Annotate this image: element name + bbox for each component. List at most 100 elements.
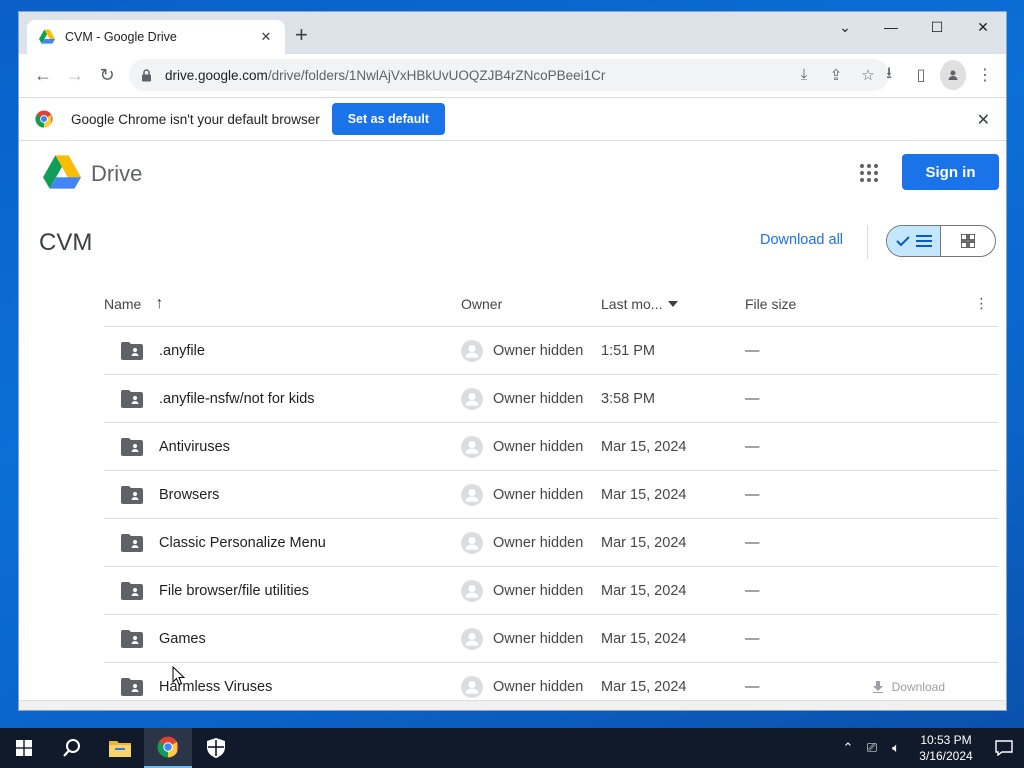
forward-icon[interactable]: → — [59, 60, 91, 92]
windows-start-icon[interactable] — [0, 728, 48, 768]
dropdown-caret-icon[interactable] — [668, 300, 679, 307]
shared-folder-icon — [121, 677, 143, 696]
owner-cell: Owner hidden — [461, 579, 601, 602]
owner-avatar-icon — [461, 531, 483, 554]
shared-folder-icon — [121, 389, 143, 408]
owner-name: Owner hidden — [493, 678, 584, 695]
chevron-up-icon[interactable]: ⌃ — [836, 740, 860, 756]
table-row[interactable]: Browsers Owner hidden Mar 15, 2024 — — [104, 471, 998, 519]
google-apps-icon[interactable] — [859, 163, 879, 183]
profile-icon[interactable] — [940, 60, 966, 90]
infobar-close-icon[interactable]: ✕ — [977, 110, 990, 130]
more-options-icon[interactable]: ⋮ — [965, 295, 998, 312]
view-toggle — [886, 225, 996, 257]
download-all-link[interactable]: Download all — [760, 232, 843, 248]
file-name: .anyfile — [159, 342, 205, 359]
file-name: Browsers — [159, 486, 220, 503]
title-bar: CVM - Google Drive ✕ + ⌄ — ☐ ✕ — [19, 12, 1006, 54]
last-modified-cell: Mar 15, 2024 — [601, 486, 687, 503]
folder-title: CVM — [39, 229, 93, 256]
browser-tab[interactable]: CVM - Google Drive ✕ — [27, 20, 285, 54]
lock-icon[interactable] — [141, 68, 155, 82]
owner-cell: Owner hidden — [461, 339, 601, 362]
tab-title: CVM - Google Drive — [65, 30, 177, 44]
row-download-button[interactable]: Download — [872, 680, 945, 694]
file-size-cell: — — [745, 439, 965, 455]
last-modified-cell: Mar 15, 2024 — [601, 582, 687, 599]
owner-name: Owner hidden — [493, 630, 584, 647]
owner-cell: Owner hidden — [461, 675, 601, 698]
shared-folder-icon — [121, 581, 143, 600]
clock[interactable]: 10:53 PM 3/16/2024 — [908, 732, 984, 764]
table-row[interactable]: File browser/file utilities Owner hidden M… — [104, 567, 998, 615]
browser-toolbar: ← → ↻ drive.google.com/drive/folders/1Nw… — [19, 54, 1006, 97]
clock-date: 3/16/2024 — [919, 749, 973, 763]
owner-avatar-icon — [461, 435, 483, 458]
owner-name: Owner hidden — [493, 534, 584, 551]
last-modified-column-header[interactable]: Last mo... — [601, 296, 745, 312]
security-shield-icon[interactable] — [192, 728, 240, 768]
network-icon[interactable]: ⎚ — [860, 740, 884, 756]
install-icon[interactable]: ⤓ — [791, 66, 817, 84]
file-name: Classic Personalize Menu — [159, 534, 326, 551]
share-icon[interactable]: ⇪ — [823, 66, 849, 84]
file-name: Antiviruses — [159, 438, 230, 455]
owner-avatar-icon — [461, 339, 483, 362]
table-row[interactable]: .anyfile Owner hidden 1:51 PM — — [104, 327, 998, 375]
file-size-cell: — — [745, 631, 965, 647]
file-size-value: — — [745, 678, 760, 695]
downloads-icon[interactable]: ⭳ — [876, 60, 902, 90]
sort-ascending-icon[interactable]: ↑ — [155, 295, 163, 313]
table-row[interactable]: Games Owner hidden Mar 15, 2024 — — [104, 615, 998, 663]
volume-muted-icon[interactable]: 🔈︎ — [884, 740, 908, 756]
system-tray: ⌃ ⎚ 🔈︎ 10:53 PM 3/16/2024 — [836, 728, 1024, 768]
file-explorer-icon[interactable] — [96, 728, 144, 768]
minimize-icon[interactable]: — — [868, 12, 914, 42]
owner-cell: Owner hidden — [461, 387, 601, 410]
grid-icon — [961, 234, 975, 248]
name-column-header[interactable]: Name ↑ — [104, 295, 461, 313]
owner-avatar-icon — [461, 387, 483, 410]
new-tab-icon[interactable]: + — [295, 24, 308, 46]
default-browser-infobar: Google Chrome isn't your default browser… — [19, 97, 1006, 141]
last-modified-cell: Mar 15, 2024 — [601, 438, 687, 455]
reload-icon[interactable]: ↻ — [91, 60, 123, 92]
tab-close-icon[interactable]: ✕ — [257, 29, 275, 45]
drive-logo-text[interactable]: Drive — [91, 161, 142, 187]
table-row[interactable]: .anyfile-nsfw/not for kids Owner hidden 3:… — [104, 375, 998, 423]
shared-folder-icon — [121, 485, 143, 504]
sign-in-button[interactable]: Sign in — [902, 154, 999, 190]
menu-kebab-icon[interactable]: ⋮ — [972, 60, 998, 90]
table-row[interactable]: Classic Personalize Menu Owner hidden Mar … — [104, 519, 998, 567]
clock-time: 10:53 PM — [920, 733, 972, 747]
list-view-button[interactable] — [887, 226, 942, 256]
search-icon[interactable] — [48, 728, 96, 768]
tab-search-icon[interactable]: ⌄ — [822, 12, 868, 42]
last-modified-cell: Mar 15, 2024 — [601, 630, 687, 647]
drive-favicon-icon — [39, 29, 55, 44]
set-as-default-button[interactable]: Set as default — [331, 103, 445, 135]
chrome-taskbar-icon[interactable] — [144, 728, 192, 768]
owner-cell: Owner hidden — [461, 435, 601, 458]
shared-folder-icon — [121, 341, 143, 360]
file-name-cell: .anyfile-nsfw/not for kids — [104, 389, 461, 408]
browser-window: CVM - Google Drive ✕ + ⌄ — ☐ ✕ ← → ↻ dri… — [18, 11, 1007, 711]
file-size-cell: — — [745, 343, 965, 359]
owner-cell: Owner hidden — [461, 531, 601, 554]
owner-header-label: Owner — [461, 295, 503, 312]
grid-view-button[interactable] — [941, 226, 995, 256]
back-icon[interactable]: ← — [27, 60, 59, 92]
file-name-cell: Antiviruses — [104, 437, 461, 456]
url-text[interactable]: drive.google.com/drive/folders/1NwlAjVxH… — [165, 68, 791, 83]
owner-name: Owner hidden — [493, 486, 584, 503]
owner-cell: Owner hidden — [461, 483, 601, 506]
maximize-icon[interactable]: ☐ — [914, 12, 960, 42]
side-panel-icon[interactable]: ▯ — [908, 60, 934, 90]
notifications-icon[interactable] — [984, 740, 1024, 756]
close-window-icon[interactable]: ✕ — [960, 12, 1006, 42]
address-bar[interactable]: drive.google.com/drive/folders/1NwlAjVxH… — [129, 59, 889, 91]
horizontal-scrollbar[interactable] — [19, 700, 1006, 710]
file-size-value: — — [745, 582, 760, 599]
last-modified-header-label: Last mo... — [601, 295, 663, 312]
table-row[interactable]: Antiviruses Owner hidden Mar 15, 2024 — — [104, 423, 998, 471]
